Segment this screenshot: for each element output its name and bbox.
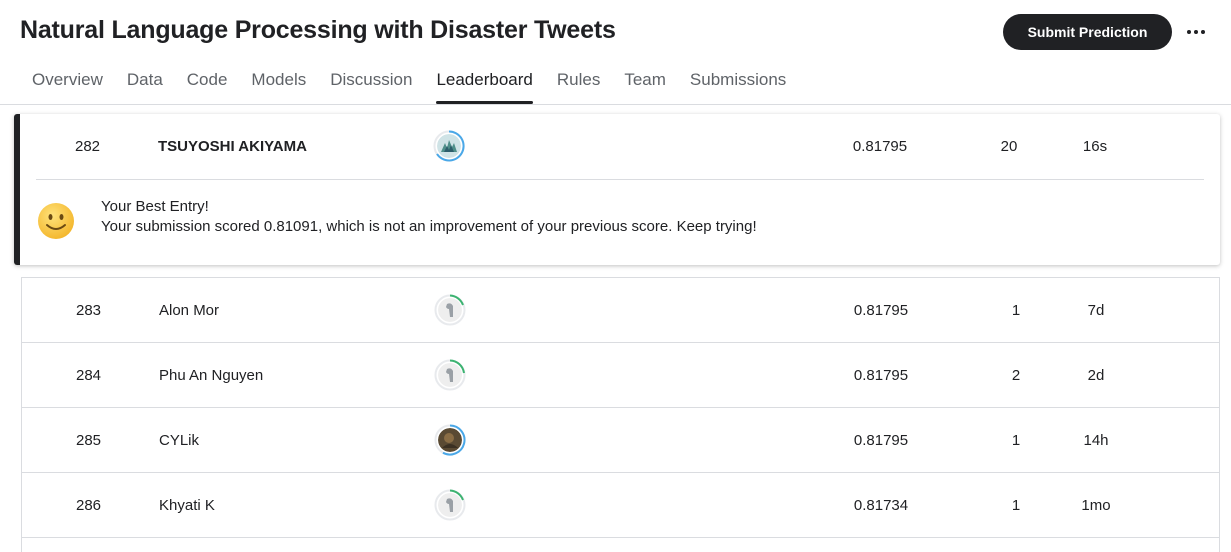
last-cell: 14h (1083, 432, 1109, 449)
table-row[interactable]: 284 Phu An Nguyen 0.81795 2 2d (22, 343, 1219, 408)
message-title: Your Best Entry! (101, 198, 209, 215)
tab-rules[interactable]: Rules (545, 64, 612, 104)
rank-cell: 283 (75, 302, 102, 319)
team-name[interactable]: Khyati K (159, 497, 215, 514)
table-row[interactable]: 286 Khyati K 0.81734 1 1mo (22, 473, 1219, 538)
entries-cell: 20 (1000, 138, 1018, 155)
submit-prediction-button[interactable]: Submit Prediction (1003, 14, 1172, 50)
user-avatar-icon[interactable] (433, 130, 465, 162)
tab-models[interactable]: Models (239, 64, 318, 104)
tab-submissions[interactable]: Submissions (678, 64, 798, 104)
user-avatar-icon[interactable] (434, 359, 466, 391)
rank-cell: 285 (75, 432, 102, 449)
rank-cell: 284 (75, 367, 102, 384)
table-row[interactable]: 285 CYLik 0.81795 1 14h (22, 408, 1219, 473)
last-cell: 7d (1087, 302, 1105, 319)
smiley-face-icon (38, 203, 74, 239)
entries-cell: 2 (1011, 367, 1021, 384)
tab-data[interactable]: Data (115, 64, 175, 104)
score-cell: 0.81795 (853, 432, 909, 449)
tab-leaderboard[interactable]: Leaderboard (424, 64, 544, 104)
message-body: Your submission scored 0.81091, which is… (101, 218, 757, 235)
user-avatar-icon[interactable] (434, 489, 466, 521)
tab-bar: Overview Data Code Models Discussion Lea… (20, 64, 798, 104)
tab-overview[interactable]: Overview (20, 64, 115, 104)
highlight-bar (14, 114, 20, 265)
header: Natural Language Processing with Disaste… (0, 0, 1231, 64)
page-title: Natural Language Processing with Disaste… (20, 16, 616, 44)
last-cell: 16s (1082, 138, 1108, 155)
score-cell: 0.81734 (853, 497, 909, 514)
table-row[interactable]: 283 Alon Mor 0.81795 1 7d (22, 278, 1219, 343)
divider (36, 179, 1204, 180)
entries-cell: 1 (1011, 302, 1021, 319)
tab-discussion[interactable]: Discussion (318, 64, 424, 104)
your-entry-card: 282 TSUYOSHI AKIYAMA 0.81795 20 16s Your… (14, 114, 1220, 265)
score-cell: 0.81795 (853, 367, 909, 384)
last-cell: 1mo (1081, 497, 1111, 514)
tab-team[interactable]: Team (612, 64, 678, 104)
score-cell: 0.81795 (852, 138, 908, 155)
more-horizontal-icon[interactable] (1183, 20, 1209, 44)
score-cell: 0.81795 (853, 302, 909, 319)
tab-code[interactable]: Code (175, 64, 240, 104)
last-cell: 2d (1087, 367, 1105, 384)
team-name[interactable]: TSUYOSHI AKIYAMA (158, 138, 307, 155)
leaderboard-table: 283 Alon Mor 0.81795 1 7d 284 Phu An Ngu… (21, 277, 1220, 552)
entries-cell: 1 (1011, 432, 1021, 449)
rank-cell: 286 (75, 497, 102, 514)
team-name[interactable]: Alon Mor (159, 302, 219, 319)
user-avatar-icon[interactable] (434, 424, 466, 456)
user-avatar-icon[interactable] (434, 294, 466, 326)
entries-cell: 1 (1011, 497, 1021, 514)
team-name[interactable]: Phu An Nguyen (159, 367, 263, 384)
rank-cell: 282 (74, 138, 101, 155)
team-name[interactable]: CYLik (159, 432, 199, 449)
tabs-divider (0, 104, 1231, 105)
